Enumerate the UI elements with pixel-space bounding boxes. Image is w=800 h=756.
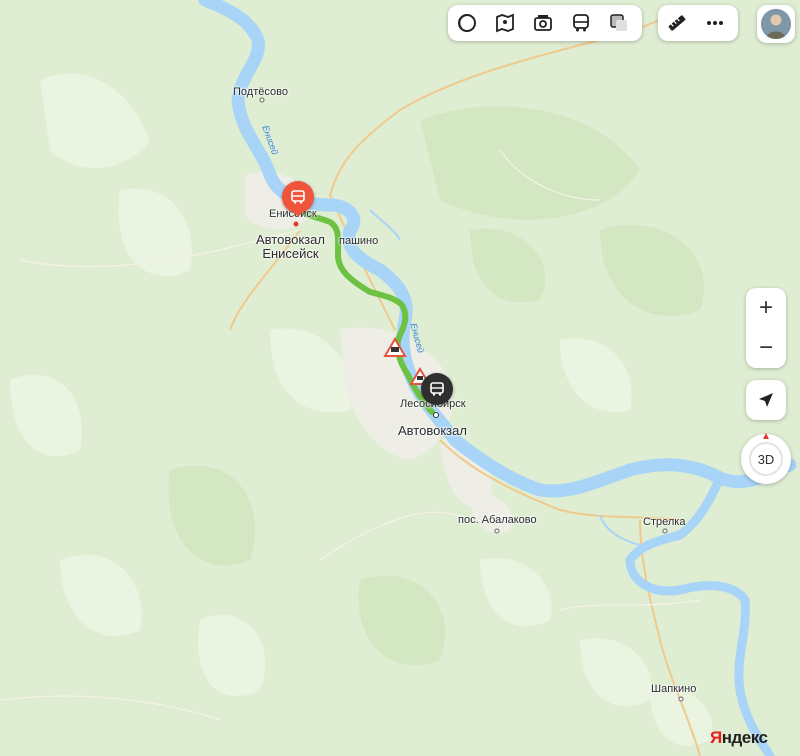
overlay-button[interactable] (600, 5, 638, 41)
overlay-icon (610, 14, 627, 31)
place-dot (494, 528, 500, 534)
my-location-button[interactable] (746, 380, 786, 420)
transit-button[interactable] (562, 5, 600, 41)
route-start-pin[interactable] (282, 181, 314, 213)
zoom-control: + − (746, 288, 786, 368)
place-dot (678, 696, 684, 702)
place-label-podtesovo: Подтёсово (233, 86, 288, 98)
layers-button[interactable] (448, 5, 486, 41)
zoom-in-button[interactable]: + (746, 288, 786, 328)
map-layers-toolbar (448, 5, 642, 41)
logo-letter: Я (710, 728, 722, 747)
place-dot (259, 97, 265, 103)
route-end-pin[interactable] (421, 373, 453, 405)
place-dot (662, 528, 668, 534)
layers-icon (458, 14, 476, 32)
bus-icon (573, 14, 589, 32)
tools-toolbar (658, 5, 738, 41)
panorama-icon (496, 13, 514, 33)
place-label-shapkino: Шапкино (651, 683, 697, 695)
more-button[interactable] (696, 5, 734, 41)
logo-rest: ндекс (721, 728, 768, 747)
location-arrow-icon (759, 393, 773, 407)
yandex-logo[interactable]: Яндекс (710, 728, 768, 748)
map-canvas[interactable] (0, 0, 800, 756)
avatar (761, 9, 791, 39)
place-dot (433, 412, 439, 418)
ruler-button[interactable] (658, 5, 696, 41)
route-start-pin-tail (293, 211, 303, 217)
3d-compass-button[interactable]: 3D (741, 433, 791, 484)
route-start-label-line1: Автовокзал (256, 232, 325, 247)
3d-label: 3D (749, 442, 783, 476)
photo-button[interactable] (524, 5, 562, 41)
zoom-out-button[interactable]: − (746, 328, 786, 368)
bus-icon (430, 382, 444, 396)
route-start-label-line2: Енисейск (262, 246, 319, 261)
place-label-abalakovo: пос. Абалаково (458, 514, 537, 526)
place-label-pashino: пашино (339, 235, 379, 247)
bus-icon (291, 190, 305, 204)
route-start-label[interactable]: Автовокзал Енисейск (256, 233, 325, 261)
camera-icon (534, 15, 552, 31)
ruler-icon (668, 15, 686, 31)
panorama-button[interactable] (486, 5, 524, 41)
compass-north-icon (763, 433, 769, 439)
more-icon (707, 21, 723, 25)
place-dot (293, 221, 299, 227)
place-label-strelka: Стрелка (643, 516, 686, 528)
user-avatar-button[interactable] (757, 5, 795, 43)
route-end-label[interactable]: Автовокзал (398, 424, 467, 438)
